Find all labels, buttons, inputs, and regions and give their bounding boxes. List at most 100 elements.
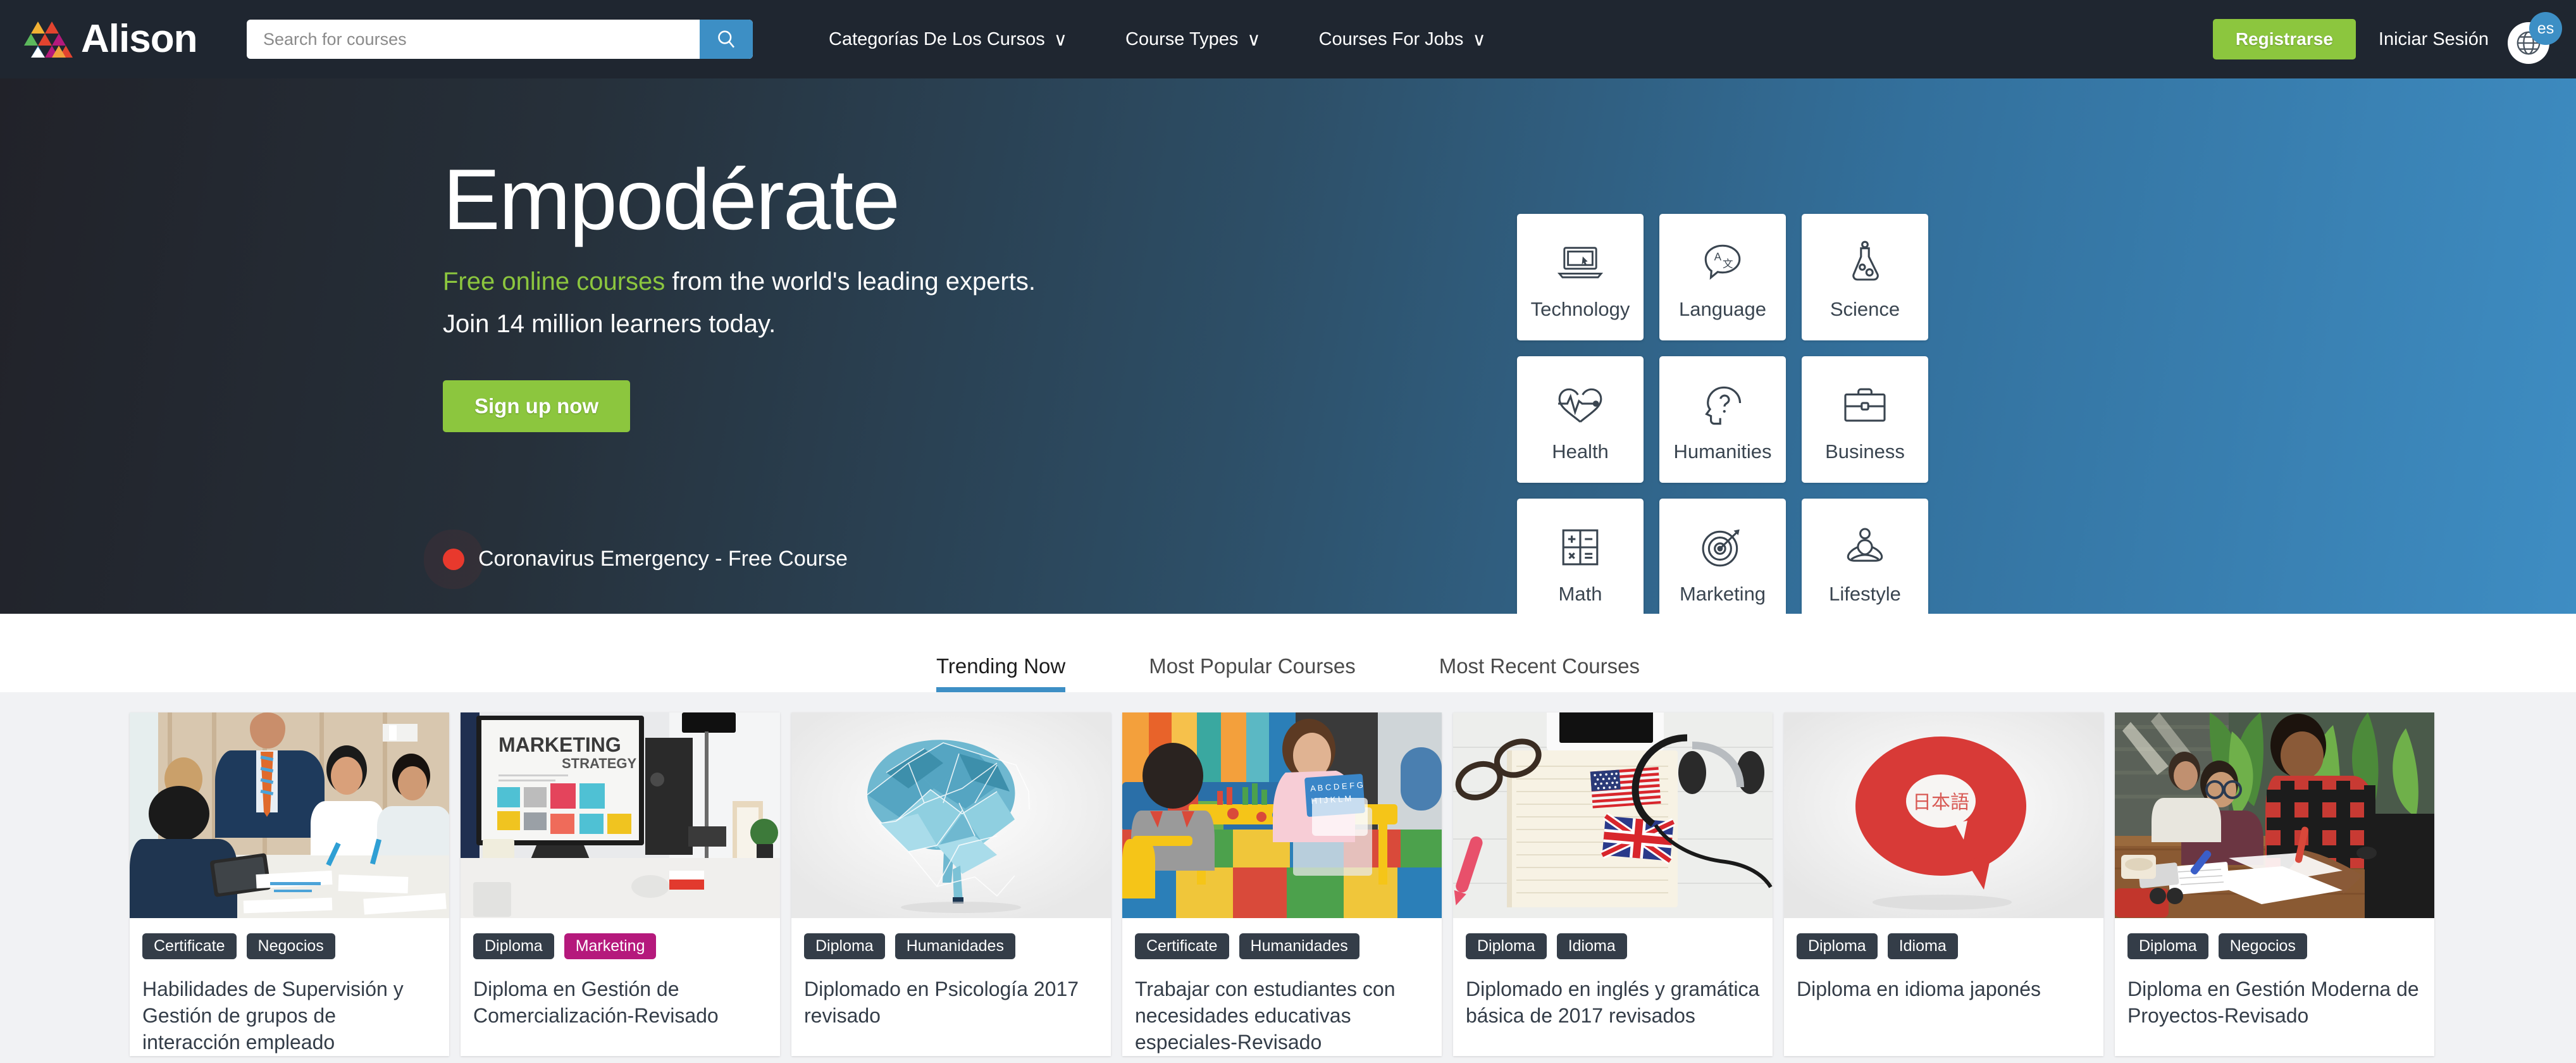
course-title[interactable]: Diplomado en Psicología 2017 revisado (804, 976, 1098, 1029)
hero-copy: Empodérate Free online courses from the … (443, 151, 1036, 571)
alert-dot-icon (443, 548, 464, 570)
course-tag[interactable]: Negocios (2218, 933, 2307, 959)
course-tag[interactable]: Diploma (473, 933, 554, 959)
nav-item-categorias[interactable]: Categorías De Los Cursos ∨ (829, 28, 1067, 51)
login-link[interactable]: Iniciar Sesión (2379, 29, 2489, 50)
calculator-icon (1559, 518, 1601, 576)
course-card[interactable]: Diploma Negocios Diploma en Gestión Mode… (2115, 712, 2434, 1056)
course-tag[interactable]: Diploma (1797, 933, 1878, 959)
hero-subtitle-line2: Join 14 million learners today. (443, 309, 776, 338)
category-label: Humanities (1673, 440, 1772, 463)
heart-pulse-icon (1556, 376, 1605, 434)
course-cards-row: Certificate Negocios Habilidades de Supe… (0, 712, 2576, 1056)
category-tile-math[interactable]: Math (1517, 499, 1644, 614)
tab-trending-now[interactable]: Trending Now (936, 654, 1066, 692)
search-button[interactable] (700, 20, 753, 59)
course-tag[interactable]: Negocios (246, 933, 335, 959)
category-label: Health (1552, 440, 1609, 463)
course-card[interactable]: Certificate Negocios Habilidades de Supe… (130, 712, 449, 1056)
course-title[interactable]: Habilidades de Supervisión y Gestión de … (142, 976, 437, 1056)
category-tiles: Technology A 文 Language Science Health H… (1517, 214, 1928, 614)
course-tag[interactable]: Certificate (142, 933, 237, 959)
course-tag[interactable]: Diploma (1466, 933, 1547, 959)
course-title[interactable]: Diploma en Gestión Moderna de Proyectos-… (2127, 976, 2422, 1029)
head-question-icon (1700, 376, 1745, 434)
course-tags: Diploma Idioma (1466, 933, 1760, 959)
category-tile-science[interactable]: Science (1802, 214, 1928, 340)
course-thumbnail-brain (791, 712, 1111, 918)
course-thumbnail-classroom: A B C D E F GH I J K L M (1122, 712, 1442, 918)
target-arrow-icon (1700, 518, 1745, 576)
course-tags: Certificate Negocios (142, 933, 437, 959)
course-card-body: Diploma Marketing Diploma en Gestión de … (461, 918, 780, 1029)
course-card[interactable]: Diploma Idioma Diplomado en inglés y gra… (1453, 712, 1773, 1056)
hero-section: Empodérate Free online courses from the … (0, 78, 2576, 614)
main-nav: Categorías De Los Cursos ∨ Course Types … (829, 28, 1486, 51)
tab-most-popular-courses[interactable]: Most Popular Courses (1149, 654, 1355, 692)
nav-label: Course Types (1125, 28, 1239, 49)
search-input[interactable] (247, 20, 700, 59)
category-tile-health[interactable]: Health (1517, 356, 1644, 483)
course-card[interactable]: 日本語 Diploma Idioma Diploma en idioma jap… (1784, 712, 2103, 1056)
hero-subtitle-rest: from the world's leading experts. (665, 267, 1036, 295)
language-switcher[interactable]: es (2508, 12, 2562, 66)
signup-button[interactable]: Sign up now (443, 380, 631, 432)
course-title[interactable]: Diploma en Gestión de Comercialización-R… (473, 976, 767, 1029)
svg-text:A: A (1714, 251, 1722, 263)
coronavirus-notice[interactable]: Coronavirus Emergency - Free Course (443, 547, 848, 571)
category-label: Lifestyle (1829, 583, 1901, 605)
course-tag[interactable]: Idioma (1556, 933, 1627, 959)
category-label: Science (1830, 298, 1900, 320)
course-tag[interactable]: Diploma (804, 933, 885, 959)
category-tile-humanities[interactable]: Humanities (1659, 356, 1786, 483)
category-label: Marketing (1679, 583, 1766, 605)
search-bar[interactable] (247, 20, 753, 59)
course-card-body: Diploma Humanidades Diplomado en Psicolo… (791, 918, 1111, 1029)
nav-label: Categorías De Los Cursos (829, 28, 1045, 49)
category-tile-language[interactable]: A 文 Language (1659, 214, 1786, 340)
register-button[interactable]: Registrarse (2212, 19, 2356, 59)
course-thumbnail-students-studying (2115, 712, 2434, 918)
course-tag[interactable]: Marketing (564, 933, 657, 959)
course-card[interactable]: A B C D E F GH I J K L M Certificate Hum… (1122, 712, 1442, 1056)
svg-text:STRATEGY: STRATEGY (562, 755, 636, 771)
course-tags: Diploma Idioma (1797, 933, 2091, 959)
course-tag[interactable]: Idioma (1887, 933, 1958, 959)
nav-label: Courses For Jobs (1318, 28, 1464, 49)
course-title[interactable]: Diplomado en inglés y gramática básica d… (1466, 976, 1760, 1029)
course-card[interactable]: Diploma Humanidades Diplomado en Psicolo… (791, 712, 1111, 1056)
course-card-body: Diploma Idioma Diplomado en inglés y gra… (1453, 918, 1773, 1029)
flask-icon (1845, 233, 1885, 292)
category-label: Business (1825, 440, 1905, 463)
course-title[interactable]: Diploma en idioma japonés (1797, 976, 2091, 1002)
header-actions: Registrarse Iniciar Sesión es (2212, 0, 2562, 78)
hero-subtitle-highlight: Free online courses (443, 267, 666, 295)
course-tag[interactable]: Humanidades (895, 933, 1015, 959)
chevron-down-icon: ∨ (1472, 29, 1486, 50)
nav-item-courses-for-jobs[interactable]: Courses For Jobs ∨ (1319, 28, 1486, 51)
logo[interactable]: Alison (24, 20, 214, 59)
course-tag[interactable]: Certificate (1135, 933, 1229, 959)
category-tile-marketing[interactable]: Marketing (1659, 499, 1786, 614)
course-card[interactable]: MARKETING STRATEGY Diploma Marketing Dip… (461, 712, 780, 1056)
category-tile-lifestyle[interactable]: Lifestyle (1802, 499, 1928, 614)
tab-most-recent-courses[interactable]: Most Recent Courses (1439, 654, 1640, 692)
hero-subtitle: Free online courses from the world's lea… (443, 268, 1036, 296)
coronavirus-notice-label: Coronavirus Emergency - Free Course (478, 547, 848, 571)
hero-title: Empodérate (443, 151, 900, 247)
category-label: Language (1679, 298, 1766, 320)
course-tags: Diploma Negocios (2127, 933, 2422, 959)
course-thumbnail-marketing-strategy: MARKETING STRATEGY (461, 712, 780, 918)
course-tags: Diploma Humanidades (804, 933, 1098, 959)
course-title[interactable]: Trabajar con estudiantes con necesidades… (1135, 976, 1429, 1056)
category-tile-technology[interactable]: Technology (1517, 214, 1644, 340)
course-card-body: Diploma Idioma Diploma en idioma japonés (1784, 918, 2103, 1002)
chevron-down-icon: ∨ (1053, 29, 1067, 50)
course-tag[interactable]: Humanidades (1239, 933, 1359, 959)
svg-text:文: 文 (1723, 258, 1733, 270)
course-tags: Certificate Humanidades (1135, 933, 1429, 959)
course-thumbnail-business-meeting (130, 712, 449, 918)
category-tile-business[interactable]: Business (1802, 356, 1928, 483)
nav-item-course-types[interactable]: Course Types ∨ (1125, 28, 1261, 51)
course-tag[interactable]: Diploma (2127, 933, 2208, 959)
